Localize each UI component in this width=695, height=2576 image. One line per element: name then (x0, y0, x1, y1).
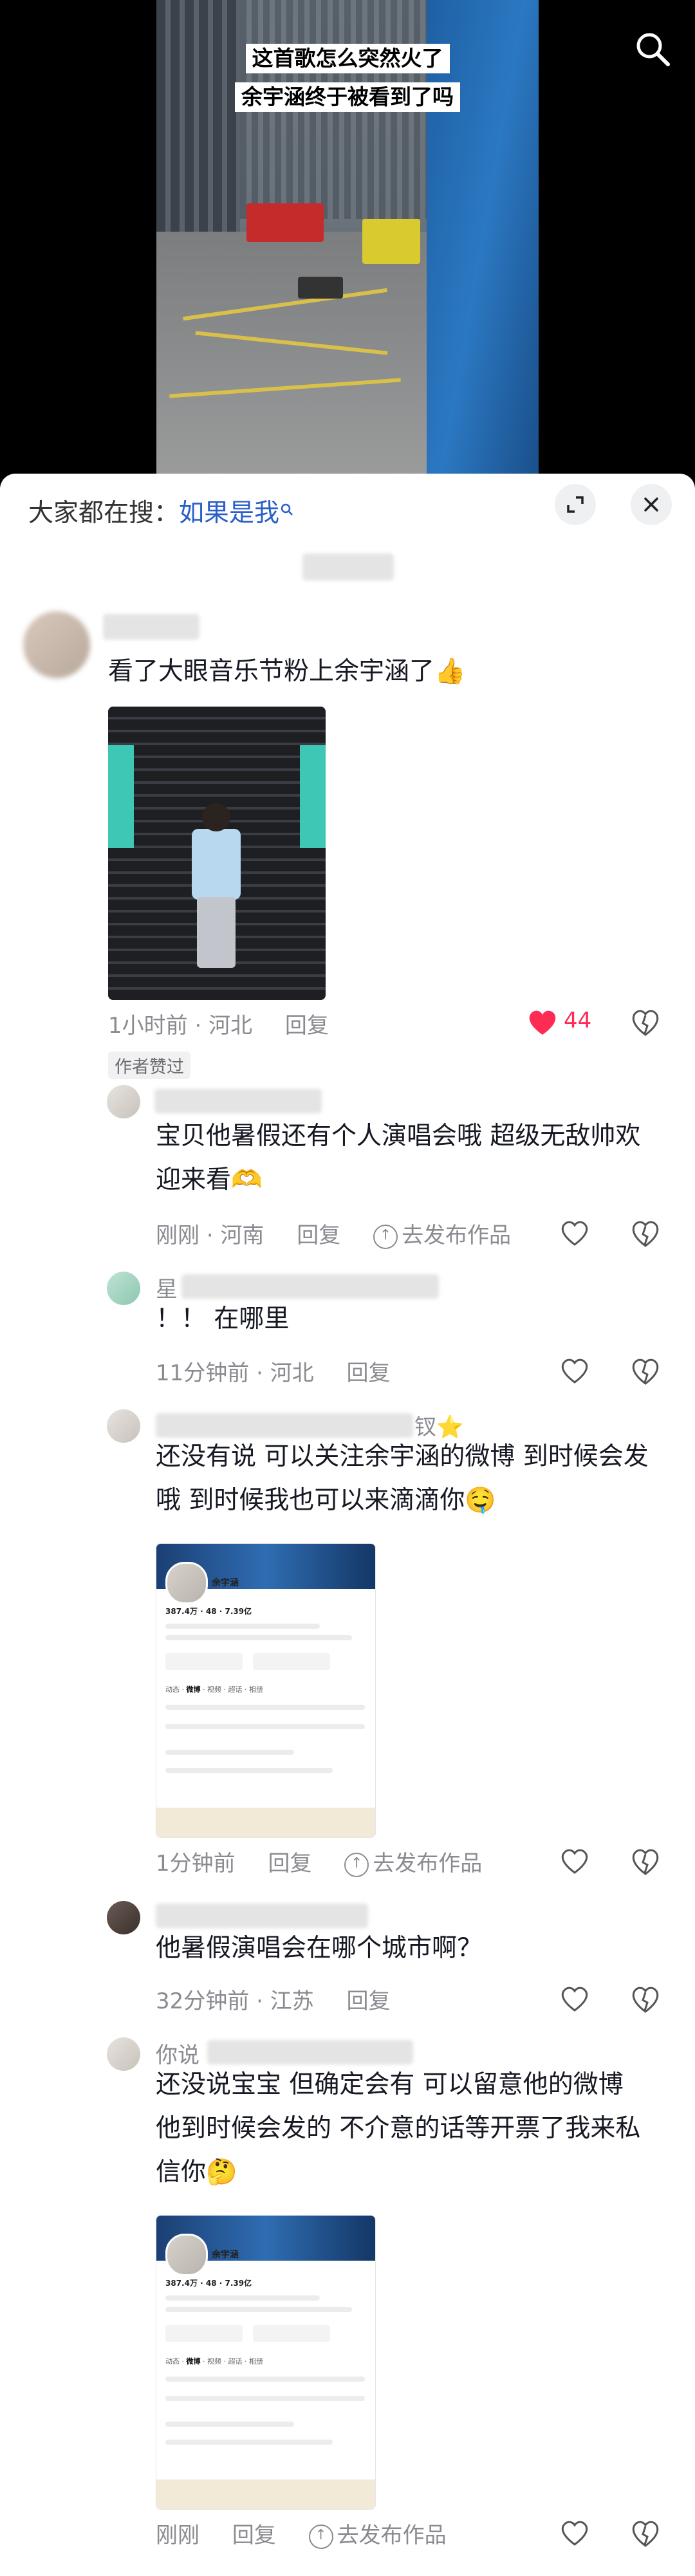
reply-button[interactable]: 回复 (347, 1360, 391, 1386)
profile-name: 余宇涵 (212, 1578, 239, 1588)
video-frame: 这首歌怎么突然火了 余宇涵终于被看到了吗 (156, 0, 539, 476)
video-player[interactable]: 这首歌怎么突然火了 余宇涵终于被看到了吗 (0, 0, 695, 476)
avatar[interactable] (107, 1901, 140, 1934)
heart-outline-icon[interactable] (560, 1358, 589, 1387)
heart-filled-icon[interactable] (528, 1009, 557, 1039)
reply-time: 刚刚 · 河南 (156, 1223, 264, 1248)
reply-button[interactable]: 回复 (347, 1988, 391, 2014)
reply-meta: 刚刚 回复 ↑ 去发布作品 (156, 2517, 472, 2549)
reply-text: 还没有说 可以关注余宇涵的微博 到时候会发哦 到时候我也可以来滴滴你🤤 (156, 1442, 649, 1515)
reply-meta: 刚刚 · 河南 回复 ↑ 去发布作品 (156, 1218, 537, 1249)
heart-outline-icon[interactable] (560, 1986, 589, 2015)
publish-icon: ↑ (344, 1852, 369, 1877)
dislike-icon[interactable] (631, 1358, 660, 1389)
trending-search[interactable]: 大家都在搜：如果是我 (28, 493, 295, 529)
username-blurred (181, 1274, 439, 1299)
search-small-icon (279, 499, 295, 528)
reply-time: 32分钟前 · 江苏 (156, 1988, 314, 2014)
heart-outline-icon[interactable] (560, 1220, 589, 1250)
publish-work-button[interactable]: ↑ 去发布作品 (344, 1851, 482, 1877)
reply-button[interactable]: 回复 (285, 1013, 329, 1039)
reply-meta: 11分钟前 · 河北 回复 (156, 1355, 416, 1387)
reply-button[interactable]: 回复 (297, 1223, 340, 1248)
video-road (156, 203, 427, 476)
close-icon (644, 497, 658, 512)
expand-button[interactable] (555, 484, 596, 525)
comment-text: 看了大眼音乐节粉上余宇涵了👍 (108, 657, 466, 686)
dislike-icon[interactable] (631, 1220, 660, 1251)
profile-tabs: 动态 · 微博 · 视频 · 超话 · 相册 (165, 2357, 263, 2366)
reply-time: 1分钟前 (156, 1851, 236, 1876)
dislike-icon[interactable] (631, 2520, 660, 2551)
reply-time: 11分钟前 · 河北 (156, 1360, 314, 1386)
avatar[interactable] (107, 1409, 140, 1443)
profile-name: 余宇涵 (212, 2250, 239, 2260)
publish-work-button[interactable]: ↑ 去发布作品 (373, 1223, 511, 1249)
username-blurred (156, 1413, 413, 1438)
dislike-icon[interactable] (631, 1986, 660, 2017)
publish-work-button[interactable]: ↑ 去发布作品 (308, 2523, 447, 2549)
username-blurred (156, 1904, 368, 1928)
reply-text: ！！ 在哪里 (156, 1304, 290, 1333)
profile-stats: 387.4万 · 48 · 7.39亿 (165, 2279, 252, 2288)
dislike-icon[interactable] (631, 1848, 660, 1879)
reply-text: 宝贝他暑假还有个人演唱会哦 超级无敌帅欢迎来看🫶 (156, 1122, 641, 1194)
profile-tabs: 动态 · 微博 · 视频 · 超话 · 相册 (165, 1685, 263, 1694)
username-blurred[interactable] (154, 1089, 322, 1113)
avatar[interactable] (107, 2037, 140, 2071)
author-liked-tag: 作者赞过 (108, 1052, 190, 1079)
reply-time: 刚刚 (156, 2523, 199, 2548)
username-blurred (207, 2040, 413, 2064)
reply-image-profile[interactable]: 余宇涵 387.4万 · 48 · 7.39亿 动态 · 微博 · 视频 · 超… (156, 1543, 376, 1838)
profile-stats: 387.4万 · 48 · 7.39亿 (165, 1607, 252, 1616)
comment-sheet: 大家都在搜：如果是我 看了大眼音乐节粉上余宇涵了👍 1小时前 · 河北 回复 4… (0, 474, 695, 2576)
reply-button[interactable]: 回复 (268, 1851, 311, 1876)
search-icon[interactable] (633, 30, 672, 68)
heart-outline-icon[interactable] (560, 2520, 589, 2550)
like-count: 44 (564, 1008, 592, 1033)
avatar[interactable] (23, 611, 90, 678)
reply-text: 还没说宝宝 但确定会有 可以留意他的微博 他到时候会发的 不介意的话等开票了我来… (156, 2070, 641, 2187)
reply-button[interactable]: 回复 (232, 2523, 276, 2548)
reply-meta: 32分钟前 · 江苏 回复 (156, 1983, 416, 2015)
comment-meta: 1小时前 · 河北 回复 (108, 1008, 355, 1039)
close-button[interactable] (631, 484, 672, 525)
dislike-icon[interactable] (631, 1009, 660, 1040)
avatar[interactable] (107, 1085, 140, 1118)
publish-icon: ↑ (308, 2524, 333, 2549)
reply-image-profile[interactable]: 余宇涵 387.4万 · 48 · 7.39亿 动态 · 微博 · 视频 · 超… (156, 2215, 376, 2510)
avatar[interactable] (107, 1272, 140, 1305)
reply-text: 他暑假演唱会在哪个城市啊？ (156, 1934, 483, 1963)
publish-icon: ↑ (373, 1224, 398, 1249)
comment-image[interactable] (108, 707, 326, 1000)
video-caption-line2: 余宇涵终于被看到了吗 (156, 82, 539, 112)
trending-label: 大家都在搜： (28, 499, 180, 528)
trending-keyword[interactable]: 如果是我 (179, 499, 279, 528)
reply-meta: 1分钟前 回复 ↑ 去发布作品 (156, 1846, 508, 1877)
comment-time: 1小时前 · 河北 (108, 1013, 253, 1039)
expand-icon (567, 496, 584, 513)
blurred-content (302, 553, 394, 580)
video-caption-line1: 这首歌怎么突然火了 (156, 44, 539, 73)
heart-outline-icon[interactable] (560, 1848, 589, 1878)
username-blurred[interactable] (103, 614, 199, 640)
